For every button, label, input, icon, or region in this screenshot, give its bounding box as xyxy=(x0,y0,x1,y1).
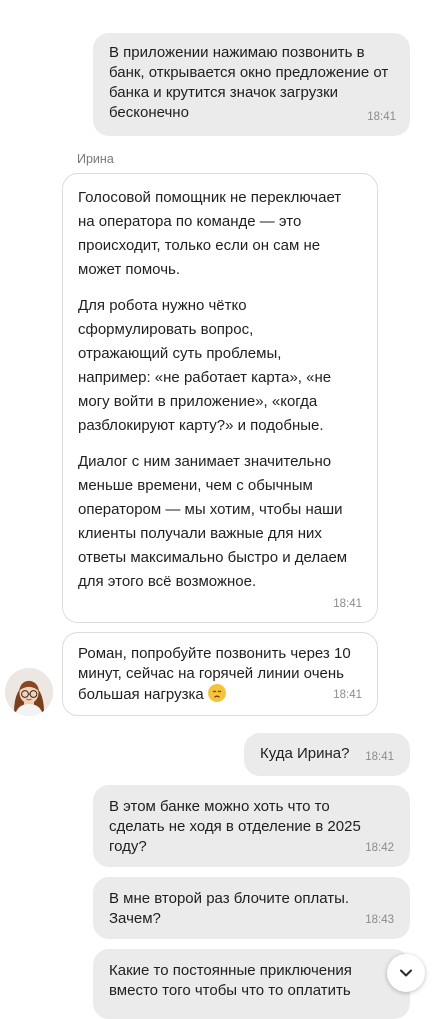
message-time: 18:41 xyxy=(365,751,394,763)
message-time: 18:41 xyxy=(367,111,396,123)
sender-name: Ирина xyxy=(77,152,114,166)
message-time: 18:41 xyxy=(333,598,362,610)
message-time: 18:41 xyxy=(333,689,362,701)
chevron-down-icon xyxy=(400,969,412,977)
message-text: Какие то постоянные приключения вместо т… xyxy=(109,962,352,999)
message-paragraph: Для робота нужно чётко сформулировать во… xyxy=(78,297,332,434)
message-time: 18:42 xyxy=(365,842,394,854)
outgoing-message: В этом банке можно хоть что то сделать н… xyxy=(93,785,410,867)
message-time: 18:43 xyxy=(365,914,394,926)
outgoing-message: В мне второй раз блочите оплаты. Зачем? … xyxy=(93,877,410,939)
disappointed-face-icon xyxy=(207,684,226,702)
incoming-message: Роман, попробуйте позвонить через 10 мин… xyxy=(62,632,378,716)
message-paragraph: Диалог с ним занимает значительно меньше… xyxy=(78,453,348,590)
message-text: В этом банке можно хоть что то сделать н… xyxy=(109,798,361,855)
message-text: В мне второй раз блочите оплаты. Зачем? xyxy=(109,890,350,927)
message-text: Куда Ирина? xyxy=(260,745,350,762)
agent-avatar[interactable] xyxy=(5,668,53,716)
woman-avatar-icon xyxy=(5,668,53,716)
outgoing-message: В приложении нажимаю позвонить в банк, о… xyxy=(93,33,410,136)
scroll-to-bottom-button[interactable] xyxy=(387,954,425,992)
message-paragraph: Голосовой помощник не переключает на опе… xyxy=(78,189,342,278)
incoming-message: Голосовой помощник не переключает на опе… xyxy=(62,173,378,623)
outgoing-message: Куда Ирина? 18:41 xyxy=(244,733,410,776)
outgoing-message: Какие то постоянные приключения вместо т… xyxy=(93,949,410,1019)
message-text: В приложении нажимаю позвонить в банк, о… xyxy=(109,44,389,121)
